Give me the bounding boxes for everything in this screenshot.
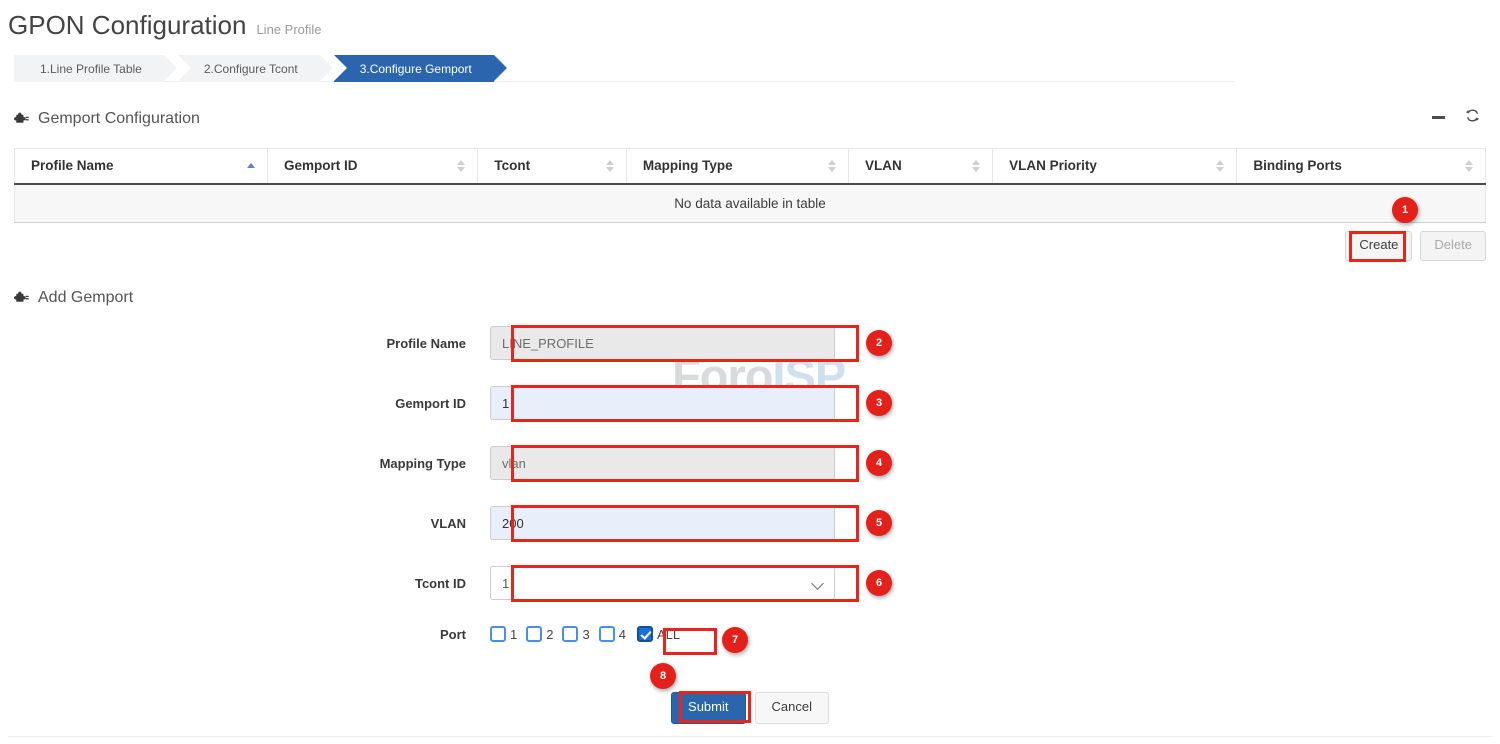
column-label: Profile Name bbox=[31, 158, 114, 173]
gemport-configuration-heading: Gemport Configuration bbox=[14, 110, 200, 128]
create-button[interactable]: Create bbox=[1345, 231, 1412, 261]
gemport-configuration-title: Gemport Configuration bbox=[38, 110, 200, 128]
annotation-badge-1: 1 bbox=[1392, 197, 1418, 223]
add-gemport-heading: Add Gemport bbox=[14, 289, 133, 307]
label-profile-name: Profile Name bbox=[0, 336, 490, 351]
port-checkbox-2[interactable]: 2 bbox=[526, 626, 553, 642]
sort-toggle-icon bbox=[1216, 159, 1225, 173]
puzzle-icon bbox=[14, 291, 29, 306]
annotation-badge-4: 4 bbox=[866, 450, 892, 476]
page-header: GPON Configuration Line Profile bbox=[8, 10, 322, 41]
port-label: 3 bbox=[582, 627, 589, 642]
form-row-port: Port 1 2 3 4 ALL bbox=[0, 626, 1500, 642]
sort-toggle-icon bbox=[1465, 159, 1474, 173]
footer-divider bbox=[8, 736, 1492, 737]
port-checkbox-4[interactable]: 4 bbox=[599, 626, 626, 642]
delete-button: Delete bbox=[1420, 231, 1486, 261]
refresh-panel-button[interactable] bbox=[1465, 108, 1480, 127]
column-label: VLAN bbox=[865, 158, 902, 173]
port-label: 1 bbox=[510, 627, 517, 642]
wizard-step-label: 2.Configure Tcont bbox=[204, 62, 298, 76]
page-title: GPON Configuration bbox=[8, 10, 246, 41]
form-row-profile-name: Profile Name bbox=[0, 326, 1500, 360]
label-tcont-id: Tcont ID bbox=[0, 576, 490, 591]
mapping-type-input bbox=[490, 446, 835, 480]
panel-tools bbox=[1432, 108, 1480, 127]
port-label: 2 bbox=[546, 627, 553, 642]
sort-toggle-icon bbox=[972, 159, 981, 173]
sort-ascending-icon bbox=[247, 159, 256, 173]
column-label: Mapping Type bbox=[643, 158, 733, 173]
gpon-configuration-page: ForoISP GPON Configuration Line Profile … bbox=[0, 0, 1500, 744]
form-row-vlan: VLAN bbox=[0, 506, 1500, 540]
column-header-vlan[interactable]: VLAN bbox=[849, 149, 993, 185]
column-header-vlan-priority[interactable]: VLAN Priority bbox=[993, 149, 1237, 185]
column-header-tcont[interactable]: Tcont bbox=[478, 149, 627, 185]
port-label: ALL bbox=[657, 627, 680, 642]
sort-toggle-icon bbox=[457, 159, 466, 173]
profile-name-input bbox=[490, 326, 835, 360]
port-checkbox-1[interactable]: 1 bbox=[490, 626, 517, 642]
checkbox-icon[interactable] bbox=[490, 626, 506, 642]
wizard-step-label: 1.Line Profile Table bbox=[40, 62, 142, 76]
checkbox-icon[interactable] bbox=[599, 626, 615, 642]
add-gemport-title: Add Gemport bbox=[38, 289, 133, 307]
wizard-step-configure-tcont[interactable]: 2.Configure Tcont bbox=[178, 55, 320, 82]
checkbox-icon[interactable] bbox=[526, 626, 542, 642]
annotation-badge-6: 6 bbox=[866, 570, 892, 596]
label-gemport-id: Gemport ID bbox=[0, 396, 490, 411]
label-vlan: VLAN bbox=[0, 516, 490, 531]
minus-icon bbox=[1432, 116, 1445, 119]
column-header-mapping-type[interactable]: Mapping Type bbox=[626, 149, 848, 185]
wizard-step-label: 3.Configure Gemport bbox=[360, 62, 472, 76]
wizard-step-configure-gemport[interactable]: 3.Configure Gemport bbox=[334, 55, 494, 82]
form-row-mapping-type: Mapping Type bbox=[0, 446, 1500, 480]
annotation-badge-2: 2 bbox=[866, 330, 892, 356]
table-empty-row: No data available in table bbox=[15, 184, 1486, 223]
column-label: Binding Ports bbox=[1253, 158, 1342, 173]
column-label: Tcont bbox=[494, 158, 530, 173]
tcont-id-select[interactable] bbox=[490, 566, 835, 600]
column-header-profile-name[interactable]: Profile Name bbox=[15, 149, 268, 185]
checkbox-checked-icon[interactable] bbox=[637, 626, 653, 642]
collapse-panel-button[interactable] bbox=[1432, 116, 1445, 119]
annotation-badge-3: 3 bbox=[866, 390, 892, 416]
gemport-table: Profile Name Gemport ID Tcont Mapping Ty… bbox=[14, 148, 1486, 223]
sort-toggle-icon bbox=[828, 159, 837, 173]
table-action-buttons: Create Delete bbox=[1345, 231, 1486, 261]
label-port: Port bbox=[0, 627, 490, 642]
port-checkbox-group: 1 2 3 4 ALL bbox=[490, 626, 686, 642]
submit-button[interactable]: Submit bbox=[671, 692, 745, 724]
label-mapping-type: Mapping Type bbox=[0, 456, 490, 471]
port-label: 4 bbox=[619, 627, 626, 642]
form-action-buttons: Submit Cancel bbox=[0, 692, 1500, 724]
wizard-step-line-profile-table[interactable]: 1.Line Profile Table bbox=[14, 55, 164, 82]
port-checkbox-3[interactable]: 3 bbox=[562, 626, 589, 642]
port-checkbox-all[interactable]: ALL bbox=[637, 626, 680, 642]
sort-toggle-icon bbox=[606, 159, 615, 173]
form-row-tcont-id: Tcont ID bbox=[0, 566, 1500, 600]
column-header-binding-ports[interactable]: Binding Ports bbox=[1237, 149, 1486, 185]
annotation-badge-5: 5 bbox=[866, 510, 892, 536]
form-row-gemport-id: Gemport ID bbox=[0, 386, 1500, 420]
table-empty-message: No data available in table bbox=[15, 184, 1486, 223]
page-subtitle: Line Profile bbox=[256, 22, 321, 37]
column-label: VLAN Priority bbox=[1009, 158, 1097, 173]
checkbox-icon[interactable] bbox=[562, 626, 578, 642]
puzzle-icon bbox=[14, 112, 29, 127]
annotation-badge-8: 8 bbox=[650, 663, 676, 689]
column-label: Gemport ID bbox=[284, 158, 358, 173]
vlan-input[interactable] bbox=[490, 506, 835, 540]
column-header-gemport-id[interactable]: Gemport ID bbox=[268, 149, 478, 185]
table-header-row: Profile Name Gemport ID Tcont Mapping Ty… bbox=[15, 149, 1486, 185]
annotation-badge-7: 7 bbox=[722, 627, 748, 653]
wizard-steps: 1.Line Profile Table 2.Configure Tcont 3… bbox=[14, 55, 1234, 82]
gemport-id-input[interactable] bbox=[490, 386, 835, 420]
refresh-icon bbox=[1465, 108, 1480, 123]
cancel-button[interactable]: Cancel bbox=[755, 692, 829, 724]
